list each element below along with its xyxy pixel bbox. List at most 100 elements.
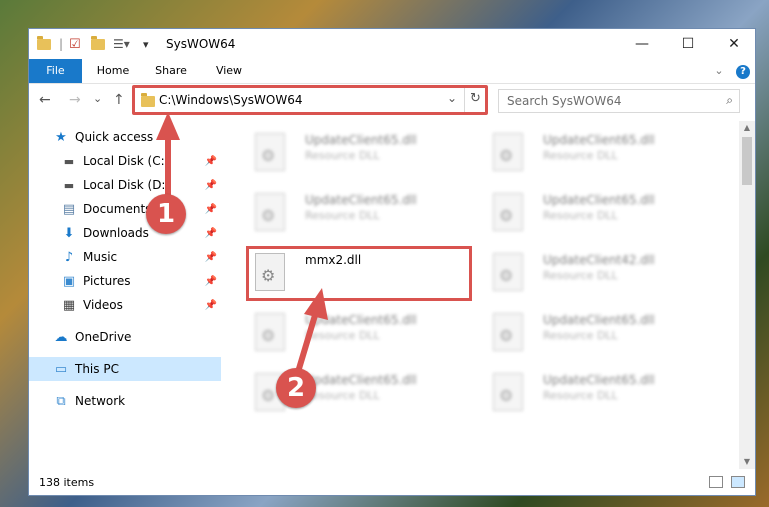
- sidebar-item-label: Network: [75, 394, 126, 408]
- tab-share[interactable]: Share: [149, 59, 193, 83]
- sidebar-item-local-disk-c[interactable]: ▬ Local Disk (C:) 📌: [29, 149, 221, 173]
- details-view-icon[interactable]: [709, 476, 723, 488]
- dll-file-icon: [493, 373, 523, 411]
- back-button[interactable]: ←: [39, 92, 51, 108]
- scroll-down-icon[interactable]: ▼: [739, 455, 755, 469]
- file-item[interactable]: UpdateClient65.dll Resource DLL: [485, 367, 715, 419]
- close-button[interactable]: ✕: [711, 29, 757, 59]
- large-icons-view-icon[interactable]: [731, 476, 745, 488]
- tab-view[interactable]: View: [207, 59, 251, 83]
- file-item[interactable]: UpdateClient65.dll Resource DLL: [485, 187, 715, 239]
- music-icon: ♪: [64, 249, 74, 265]
- sidebar-item-label: This PC: [75, 362, 119, 376]
- sidebar-item-downloads[interactable]: ⬇ Downloads 📌: [29, 221, 221, 245]
- network-icon: ⧉: [56, 393, 66, 409]
- scroll-thumb[interactable]: [742, 137, 752, 185]
- file-item[interactable]: UpdateClient42.dll Resource DLL: [485, 247, 715, 299]
- recent-locations-button[interactable]: ⌄: [93, 92, 102, 105]
- pin-icon: 📌: [204, 155, 217, 167]
- sidebar-item-label: Local Disk (C:): [83, 154, 170, 168]
- pin-icon: 📌: [204, 299, 217, 311]
- dll-file-icon: [493, 253, 523, 291]
- maximize-button[interactable]: ☐: [665, 29, 711, 59]
- dll-file-icon: [255, 193, 285, 231]
- pin-icon: 📌: [204, 179, 217, 191]
- sidebar-item-onedrive[interactable]: ☁ OneDrive: [29, 325, 221, 349]
- vertical-scrollbar[interactable]: ▲ ▼: [739, 121, 755, 469]
- dll-file-icon: [255, 133, 285, 171]
- computer-icon: ▭: [54, 361, 68, 377]
- new-folder-icon[interactable]: [91, 35, 105, 52]
- item-count: 138 items: [39, 476, 95, 489]
- file-name: UpdateClient65.dll: [543, 313, 655, 327]
- cloud-icon: ☁: [54, 329, 68, 345]
- drive-icon: ▬: [63, 178, 75, 192]
- sidebar-item-pictures[interactable]: ▣ Pictures 📌: [29, 269, 221, 293]
- download-icon: ⬇: [63, 225, 75, 241]
- ribbon: File Home Share View ⌄ ?: [29, 59, 755, 84]
- minimize-button[interactable]: —: [619, 29, 665, 59]
- tab-home[interactable]: Home: [91, 59, 135, 83]
- sidebar-item-local-disk-d[interactable]: ▬ Local Disk (D:) 📌: [29, 173, 221, 197]
- file-item[interactable]: UpdateClient65.dll Resource DLL: [485, 307, 715, 359]
- drive-icon: ▬: [63, 154, 75, 168]
- dll-file-icon: [493, 313, 523, 351]
- tab-file[interactable]: File: [29, 59, 82, 83]
- sidebar-item-quick-access[interactable]: ★ Quick access: [29, 125, 221, 149]
- file-type: Resource DLL: [543, 389, 618, 402]
- sidebar-item-label: OneDrive: [75, 330, 132, 344]
- file-name: UpdateClient65.dll: [305, 313, 417, 327]
- up-button[interactable]: ↑: [113, 92, 125, 108]
- scroll-up-icon[interactable]: ▲: [739, 121, 755, 135]
- pin-icon: 📌: [204, 203, 217, 215]
- file-name: UpdateClient65.dll: [305, 133, 417, 147]
- forward-button[interactable]: →: [69, 92, 81, 108]
- help-icon[interactable]: ?: [735, 59, 751, 83]
- navigation-bar: ← → ⌄ ↑ C:\Windows\SysWOW64 ⌄ ↻ Search S…: [29, 85, 755, 117]
- file-name: UpdateClient65.dll: [543, 373, 655, 387]
- folder-icon: [37, 35, 51, 52]
- pin-icon: 📌: [204, 275, 217, 287]
- file-type: Resource DLL: [305, 389, 380, 402]
- search-input[interactable]: Search SysWOW64: [507, 94, 621, 108]
- sidebar-item-this-pc[interactable]: ▭ This PC: [29, 357, 221, 381]
- file-type: Resource DLL: [543, 269, 618, 282]
- dll-file-icon: [255, 313, 285, 351]
- sidebar-item-label: Quick access: [75, 130, 154, 144]
- navigation-pane: ★ Quick access ▬ Local Disk (C:) 📌 ▬ Loc…: [29, 121, 221, 469]
- sidebar-item-label: Pictures: [83, 274, 131, 288]
- file-type: Resource DLL: [543, 149, 618, 162]
- file-item[interactable]: UpdateClient65.dll Resource DLL: [247, 187, 477, 239]
- customize-icon[interactable]: ☰▾: [113, 36, 130, 52]
- sidebar-item-videos[interactable]: ▦ Videos 📌: [29, 293, 221, 317]
- file-name: UpdateClient65.dll: [305, 373, 417, 387]
- file-type: Resource DLL: [305, 209, 380, 222]
- file-name: UpdateClient65.dll: [305, 193, 417, 207]
- step-1-badge: 1: [146, 194, 186, 234]
- window-title: SysWOW64: [166, 37, 236, 51]
- file-type: Resource DLL: [543, 329, 618, 342]
- file-name: UpdateClient65.dll: [543, 133, 655, 147]
- file-type: Resource DLL: [305, 149, 380, 162]
- sidebar-item-label: Downloads: [83, 226, 149, 240]
- properties-icon[interactable]: ☑: [69, 36, 81, 52]
- status-bar: 138 items: [29, 471, 755, 495]
- pin-icon: 📌: [204, 227, 217, 239]
- documents-icon: ▤: [62, 201, 76, 217]
- search-box[interactable]: Search SysWOW64 ⌕: [498, 89, 740, 113]
- help-glyph: ?: [736, 65, 750, 79]
- quick-access-dropdown-icon[interactable]: ▾: [143, 36, 149, 52]
- file-item[interactable]: UpdateClient65.dll Resource DLL: [485, 127, 715, 179]
- ribbon-collapse-icon[interactable]: ⌄: [711, 59, 727, 83]
- sidebar-item-label: Music: [83, 250, 118, 264]
- file-item[interactable]: UpdateClient65.dll Resource DLL: [247, 307, 477, 359]
- search-icon: ⌕: [726, 93, 733, 107]
- sidebar-item-network[interactable]: ⧉ Network: [29, 389, 221, 413]
- videos-icon: ▦: [62, 297, 76, 313]
- file-name: UpdateClient65.dll: [543, 193, 655, 207]
- file-type: Resource DLL: [543, 209, 618, 222]
- sidebar-item-documents[interactable]: ▤ Documents 📌: [29, 197, 221, 221]
- sidebar-item-label: Videos: [83, 298, 123, 312]
- file-item[interactable]: UpdateClient65.dll Resource DLL: [247, 127, 477, 179]
- sidebar-item-music[interactable]: ♪ Music 📌: [29, 245, 221, 269]
